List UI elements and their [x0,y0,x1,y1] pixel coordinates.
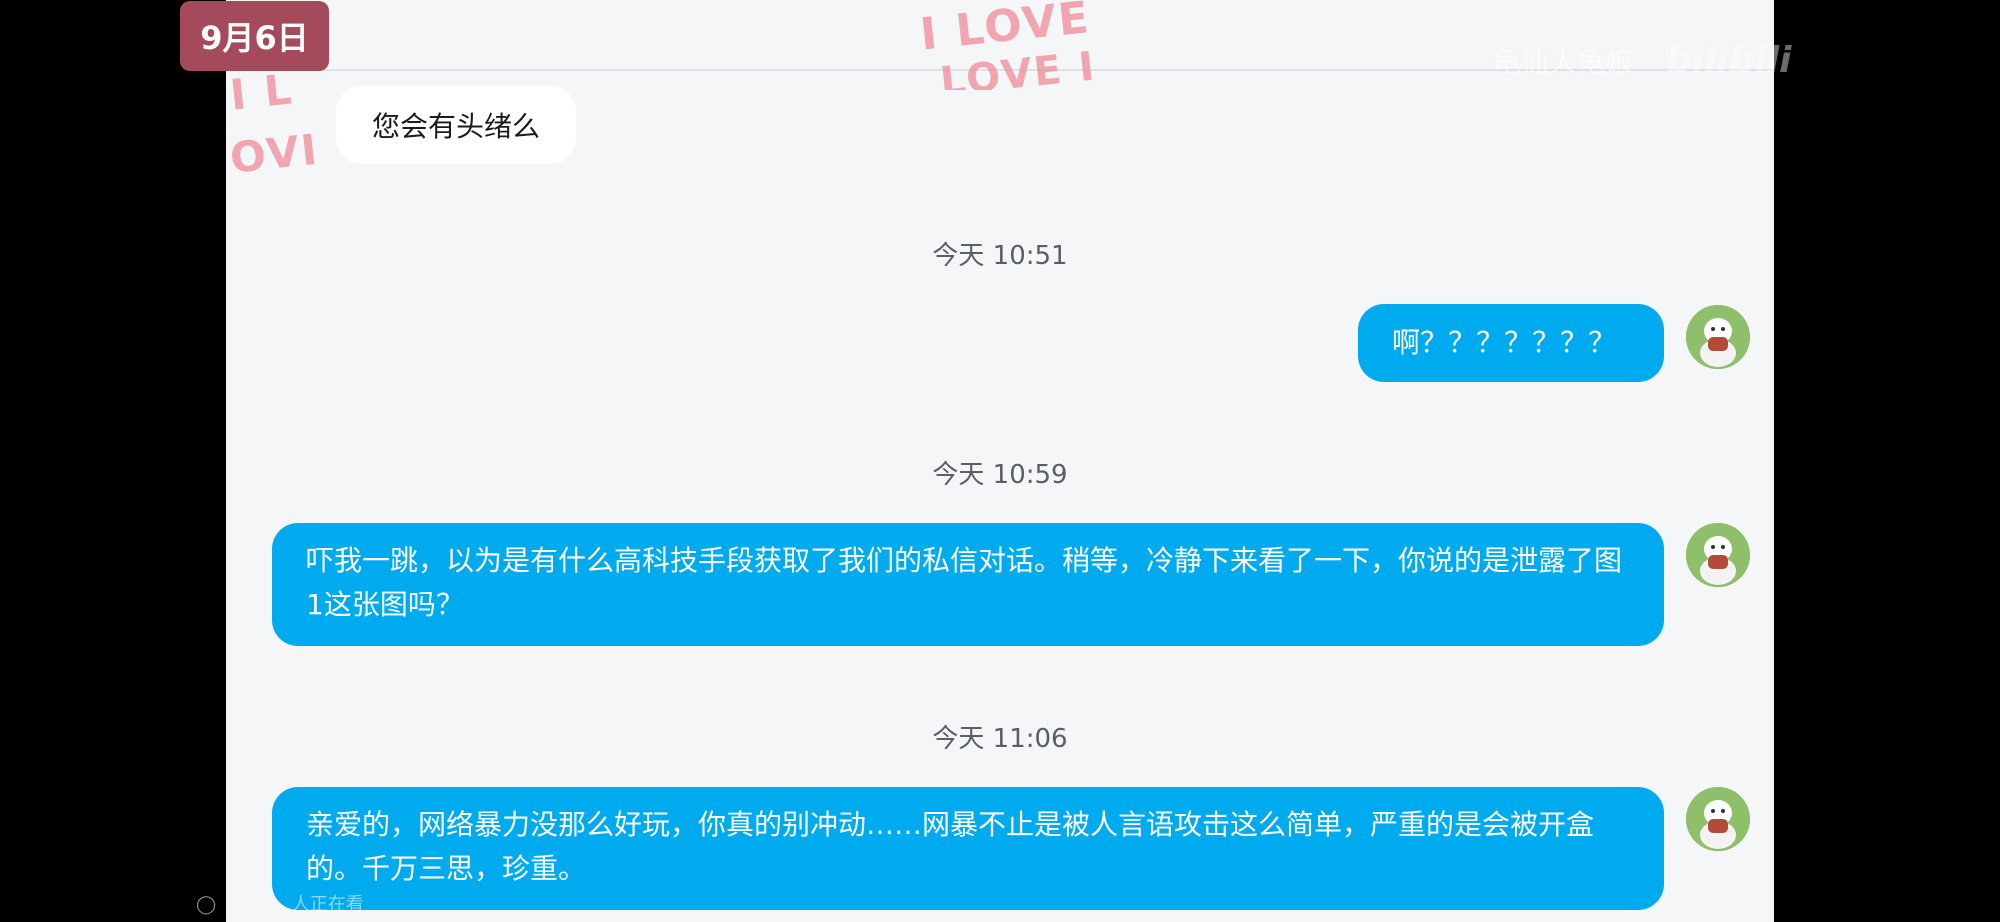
message-timestamp: 今天 11:06 [932,724,1068,754]
message-timestamp: 今天 10:59 [932,460,1068,490]
avatar-figure-icon [1686,523,1750,587]
avatar-figure-icon [1686,787,1750,851]
uploader-name: 龟仙人龟娘 [1493,46,1634,79]
user-avatar-icon[interactable] [1686,305,1750,369]
incoming-message-bubble[interactable]: 您会有头绪么 [336,86,577,164]
outgoing-message-bubble[interactable]: 亲爱的，网络暴力没那么好玩，你真的别冲动……网暴不止是被人言语攻击这么简单，严重… [272,787,1664,910]
outgoing-message-bubble[interactable]: 吓我一跳，以为是有什么高科技手段获取了我们的私信对话。稍等，冷静下来看了一下，你… [272,523,1664,646]
user-avatar-icon[interactable] [1686,787,1750,851]
date-badge: 9月6日 [180,1,329,71]
user-avatar-icon[interactable] [1686,523,1750,587]
viewer-count: ◯ 人正在看 [196,894,364,915]
bilibili-logo: bilibili [1665,40,1792,81]
video-watermark: 龟仙人龟娘 bilibili [1493,40,1792,81]
message-timestamp: 今天 10:51 [932,241,1068,271]
avatar-figure-icon [1686,305,1750,369]
outgoing-message-bubble[interactable]: 啊？？？？？？？ [1358,304,1664,382]
screen: I LOVE LOVE I I L OVI 9月6日 龟仙人龟娘 bilibil… [0,0,2000,922]
viewers-icon: ◯ [196,894,217,915]
love-sticker-image: I LOVE LOVE I [917,0,1099,90]
sender-avatar-sticker[interactable]: I L OVI [230,60,322,190]
